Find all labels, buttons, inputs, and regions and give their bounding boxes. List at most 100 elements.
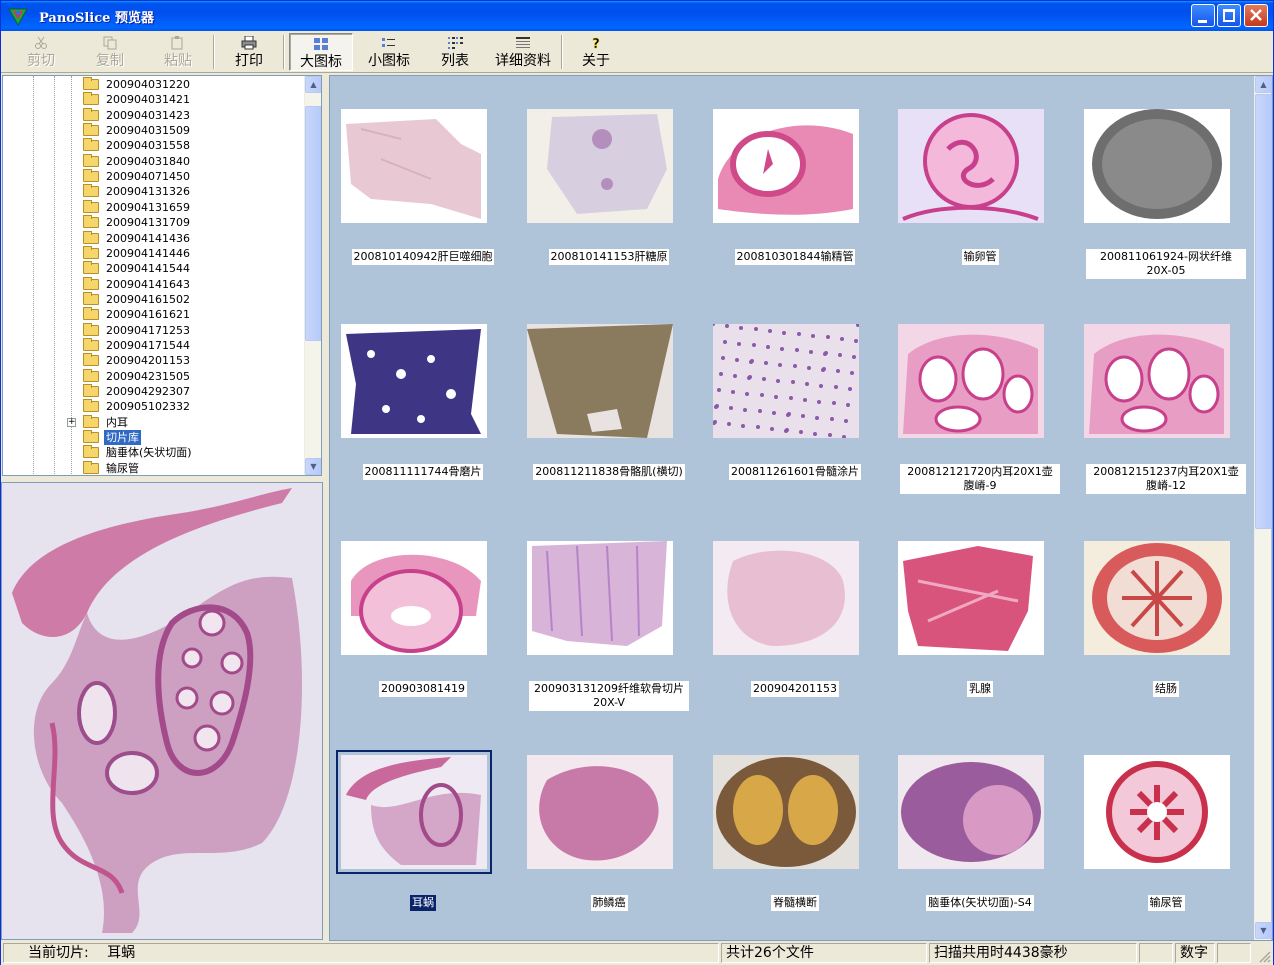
slide-thumbnail-image[interactable] (1084, 324, 1230, 438)
slide-thumbnail-image[interactable] (1084, 541, 1230, 655)
tree-item-label: 200904201153 (106, 354, 190, 368)
tree-item-label: 200904141643 (106, 277, 190, 291)
folder-icon (83, 153, 99, 167)
thumbnail-item[interactable]: 200811061924-网状纤维20X-05 (1073, 76, 1258, 288)
thumbnail-item[interactable]: 200903081419 (330, 508, 515, 720)
thumbnail-item[interactable]: 200903131209纤维软骨切片20X-V (516, 508, 701, 720)
resize-grip-icon[interactable] (1257, 949, 1271, 963)
thumbnail-caption-text: 200811211838骨骼肌(横切) (533, 464, 685, 480)
folder-icon (83, 337, 99, 351)
thumbnail-item[interactable]: 200812151237内耳20X1壶腹嵴-12 (1073, 291, 1258, 503)
scroll-up-arrow-icon[interactable]: ▲ (1255, 76, 1272, 93)
thumbnail-item[interactable]: 200811111744骨磨片 (330, 291, 515, 503)
thumbnail-item[interactable]: 肺鳞癌 (516, 722, 701, 934)
details-button[interactable]: 详细资料 (489, 33, 557, 71)
minimize-button[interactable] (1191, 4, 1215, 27)
slide-thumbnail-image[interactable] (341, 109, 487, 223)
tree-item-label: 200904231505 (106, 369, 190, 383)
tree-item-label: 200904141446 (106, 246, 190, 260)
thumbnail-item[interactable]: 耳蜗 (330, 722, 515, 934)
thumbnail-caption-text: 耳蜗 (410, 895, 436, 911)
toolbar: 剪切 复制 粘贴 打印 大图标 小图标 列表 详细资料 ? 关于 (1, 31, 1273, 73)
slide-thumbnail-image[interactable] (898, 755, 1044, 869)
num-lock-indicator: 数字 (1175, 943, 1215, 963)
tree-item-label: 200904031421 (106, 93, 190, 107)
slide-thumbnail-image[interactable] (713, 324, 859, 438)
thumbnail-item[interactable]: 200812121720内耳20X1壶腹嵴-9 (887, 291, 1072, 503)
tree-scrollbar[interactable]: ▲ ▼ (304, 76, 321, 475)
thumbnail-caption: 脑垂体(矢状切面)-S4 (887, 895, 1073, 911)
toolbar-separator (213, 35, 215, 69)
scroll-down-arrow-icon[interactable]: ▼ (1255, 922, 1272, 939)
small-icons-icon (382, 38, 395, 47)
paste-button[interactable]: 粘贴 (147, 33, 209, 71)
thumbnail-scrollbar[interactable]: ▲ ▼ (1254, 76, 1272, 940)
thumbnail-item[interactable]: 结肠 (1073, 508, 1258, 720)
large-icons-label: 大图标 (300, 54, 342, 70)
slide-thumbnail-image[interactable] (1084, 109, 1230, 223)
cut-button[interactable]: 剪切 (11, 33, 71, 71)
thumbnail-caption: 200811111744骨磨片 (330, 464, 516, 480)
slide-thumbnail-image[interactable] (341, 324, 487, 438)
thumbnail-item[interactable]: 200810140942肝巨噬细胞 (330, 76, 515, 288)
slide-thumbnail-image[interactable] (898, 324, 1044, 438)
tree-scroll-thumb[interactable] (305, 106, 321, 341)
scroll-up-arrow-icon[interactable]: ▲ (305, 76, 321, 93)
slide-thumbnail-image[interactable] (336, 750, 492, 874)
thumbnail-item[interactable]: 脊髓横断 (702, 722, 887, 934)
slide-thumbnail-image[interactable] (527, 541, 673, 655)
thumbnail-item[interactable]: 输卵管 (887, 76, 1072, 288)
scroll-down-arrow-icon[interactable]: ▼ (305, 458, 321, 475)
thumbnail-item[interactable]: 乳腺 (887, 508, 1072, 720)
current-slide-value: 耳蜗 (107, 945, 136, 961)
small-icons-label: 小图标 (368, 53, 410, 69)
print-button[interactable]: 打印 (221, 33, 277, 71)
tree-item-label: 200904031558 (106, 139, 190, 153)
thumbnail-item[interactable]: 输尿管 (1073, 722, 1258, 934)
slide-preview[interactable] (1, 482, 323, 940)
small-icons-button[interactable]: 小图标 (359, 33, 419, 71)
thumbnail-view[interactable]: 200810140942肝巨噬细胞 200810141153肝糖原 20081030… (329, 75, 1273, 941)
maximize-button[interactable] (1217, 4, 1241, 27)
thumbnail-item[interactable]: 脑垂体(矢状切面)-S4 (887, 722, 1072, 934)
slide-thumbnail-image[interactable] (898, 109, 1044, 223)
folder-icon (83, 368, 99, 382)
folder-icon (83, 184, 99, 198)
thumbnail-item[interactable]: 200811261601骨髓涂片 (702, 291, 887, 503)
close-button[interactable] (1244, 4, 1268, 27)
thumbnail-item[interactable]: 200904201153 (702, 508, 887, 720)
scan-time: 扫描共用时4438豪秒 (929, 943, 1137, 963)
thumbnail-caption: 200810301844输精管 (702, 249, 888, 265)
folder-icon (83, 230, 99, 244)
toolbar-separator (561, 35, 563, 69)
thumbnail-item[interactable]: 200810301844输精管 (702, 76, 887, 288)
folder-tree[interactable]: 200904031220 200904031421 200904031423 2009… (2, 75, 322, 476)
thumbnail-scroll-thumb[interactable] (1255, 94, 1272, 529)
open-folder-icon (83, 430, 99, 444)
slide-thumbnail-image[interactable] (527, 109, 673, 223)
slide-thumbnail-image[interactable] (527, 755, 673, 869)
thumbnail-caption: 200812151237内耳20X1壶腹嵴-12 (1073, 464, 1259, 494)
slide-thumbnail-image[interactable] (1084, 755, 1230, 869)
list-button[interactable]: 列表 (425, 33, 485, 71)
slide-thumbnail-image[interactable] (713, 109, 859, 223)
slide-thumbnail-image[interactable] (713, 755, 859, 869)
slide-thumbnail-image[interactable] (341, 541, 487, 655)
slide-thumbnail-image[interactable] (527, 324, 673, 438)
thumbnail-item[interactable]: 200810141153肝糖原 (516, 76, 701, 288)
title-bar[interactable]: PanoSlice 预览器 (1, 1, 1273, 31)
slide-thumbnail-image[interactable] (898, 541, 1044, 655)
thumbnail-caption: 200811061924-网状纤维20X-05 (1073, 249, 1259, 279)
copy-button[interactable]: 复制 (79, 33, 141, 71)
expand-plus-icon[interactable]: + (67, 417, 76, 427)
tree-item-label: 200904131659 (106, 200, 190, 214)
slide-thumbnail-image[interactable] (713, 541, 859, 655)
status-bar: 当前切片: 耳蜗 共计26个文件 扫描共用时4438豪秒 数字 (1, 941, 1273, 965)
folder-icon (83, 138, 99, 152)
tree-item-label: 输尿管 (106, 461, 139, 475)
thumbnail-item[interactable]: 200811211838骨骼肌(横切) (516, 291, 701, 503)
large-icons-button[interactable]: 大图标 (289, 33, 353, 71)
thumbnail-caption-text: 脑垂体(矢状切面)-S4 (926, 895, 1034, 911)
about-button[interactable]: ? 关于 (569, 33, 623, 71)
thumbnail-caption-text: 肺鳞癌 (590, 895, 628, 911)
